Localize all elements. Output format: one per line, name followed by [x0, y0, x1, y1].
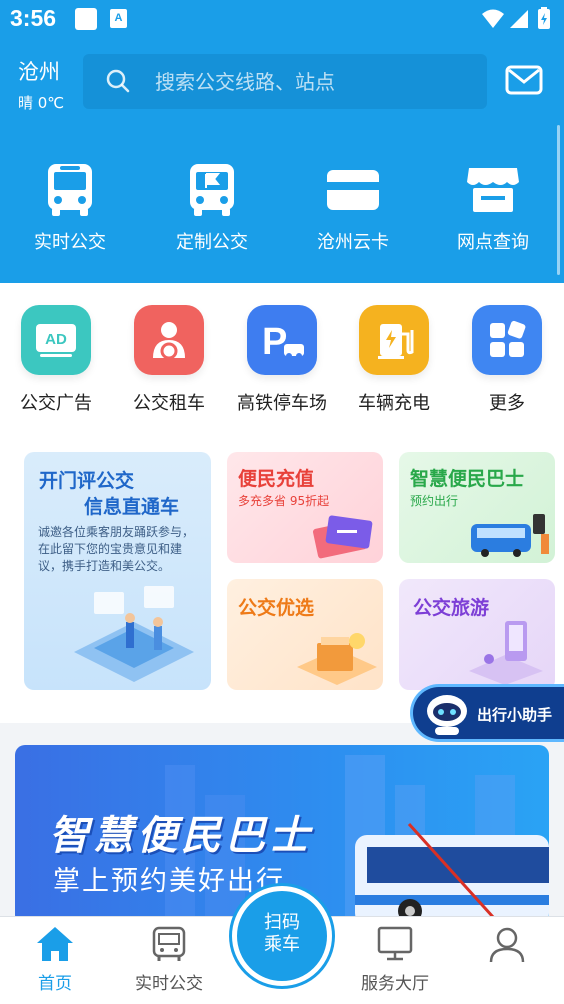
bus-outline-icon [152, 926, 186, 961]
city-selector[interactable]: 沧州 晴 0℃ [18, 56, 64, 113]
service-rail-parking[interactable]: P 高铁停车场 [227, 305, 337, 415]
scroll-indicator [557, 125, 560, 275]
bus-icon [48, 164, 92, 216]
top-service-label: 实时公交 [34, 232, 106, 253]
top-service-label: 网点查询 [457, 232, 529, 253]
service-more[interactable]: 更多 [452, 305, 562, 415]
more-icon [472, 305, 542, 375]
status-time: 3:56 [10, 5, 57, 31]
top-service-cloud-card[interactable]: 沧州云卡 [293, 160, 413, 254]
home-icon [37, 927, 73, 961]
parking-icon-text: P [262, 321, 287, 362]
scan-label-2: 乘车 [264, 934, 300, 955]
smart-bus-subtitle: 预约出行 [410, 494, 459, 508]
top-service-custom-bus[interactable]: 定制公交 [152, 160, 272, 254]
bus-select-title: 公交优选 [238, 597, 315, 619]
monitor-icon [377, 926, 413, 961]
driver-icon [134, 305, 204, 375]
promo-card-bus-travel[interactable]: 公交旅游 [399, 579, 555, 690]
signal-icon [510, 10, 528, 28]
service-label: 高铁停车场 [237, 393, 327, 414]
bus-select-illustration [297, 633, 377, 685]
ad-icon: AD [21, 305, 91, 375]
service-label: 更多 [489, 393, 525, 414]
search-input[interactable] [155, 54, 475, 109]
feedback-body: 诚邀各位乘客朋友踊跃参与，在此留下您的宝贵意见和建议，携手打造和美公交。 [38, 525, 195, 573]
top-services: 实时公交 定制公交 沧州云卡 网点查询 [0, 160, 564, 260]
top-service-realtime-bus[interactable]: 实时公交 [10, 160, 130, 254]
search-bar[interactable] [83, 54, 487, 109]
service-label: 公交租车 [133, 393, 205, 414]
card-icon [327, 170, 379, 210]
annotation-arrow [407, 822, 503, 925]
app-notification-icon: A [110, 9, 127, 28]
banner-title: 智慧便民巴士 [49, 813, 313, 859]
nav-service-hall[interactable]: 服务大厅 [340, 925, 450, 994]
charging-icon [359, 305, 429, 375]
robot-icon [427, 695, 467, 735]
travel-assistant-button[interactable]: 出行小助手 [410, 684, 564, 742]
service-ev-charging[interactable]: 车辆充电 [339, 305, 449, 415]
scan-label-1: 扫码 [264, 912, 300, 933]
promo-card-smart-bus[interactable]: 智慧便民巴士 预约出行 [399, 452, 555, 563]
wifi-icon [482, 9, 504, 28]
smart-bus-title: 智慧便民巴士 [410, 468, 525, 490]
service-bus-ads[interactable]: AD 公交广告 [1, 305, 111, 415]
notification-icon [75, 8, 97, 30]
smart-bus-illustration [471, 514, 549, 557]
promo-card-feedback[interactable]: 开门评公交 信息直通车 诚邀各位乘客朋友踊跃参与，在此留下您的宝贵意见和建议，携… [24, 452, 211, 690]
service-label: 公交广告 [20, 393, 92, 414]
header: 3:56 A 沧州 晴 0℃ 搜索公交线路、站点 实时公交 定制公交 沧州云卡 … [0, 0, 564, 283]
profile-icon [489, 927, 525, 963]
feedback-title-1: 开门评公交 [39, 470, 135, 492]
scan-to-ride-button[interactable]: 扫码 乘车 [232, 886, 332, 986]
nav-realtime-label: 实时公交 [135, 974, 203, 994]
assistant-label: 出行小助手 [477, 706, 553, 724]
weather-text: 晴 0℃ [18, 94, 65, 112]
top-service-store-lookup[interactable]: 网点查询 [433, 160, 553, 254]
city-name: 沧州 [18, 60, 60, 84]
parking-icon: P [247, 305, 317, 375]
service-label: 车辆充电 [358, 393, 430, 414]
feedback-title-2: 信息直通车 [84, 496, 180, 518]
bus-travel-illustration [469, 621, 543, 685]
custom-bus-icon [190, 164, 234, 216]
status-icons [480, 6, 554, 38]
top-service-label: 定制公交 [176, 232, 248, 253]
mail-icon[interactable] [505, 64, 543, 96]
store-icon [467, 168, 519, 212]
banner-subtitle: 掌上预约美好出行 [53, 866, 285, 897]
recharge-title: 便民充值 [238, 468, 315, 490]
battery-icon [538, 7, 550, 29]
nav-profile[interactable] [452, 925, 562, 963]
service-bus-rental[interactable]: 公交租车 [114, 305, 224, 415]
top-service-label: 沧州云卡 [317, 232, 389, 253]
feedback-illustration [74, 586, 194, 682]
ad-icon-text: AD [45, 331, 67, 348]
status-bar: 3:56 A [0, 0, 564, 40]
promo-card-bus-select[interactable]: 公交优选 [227, 579, 383, 690]
nav-home-label: 首页 [38, 974, 72, 994]
recharge-illustration [312, 515, 373, 559]
nav-home[interactable]: 首页 [0, 925, 110, 994]
search-icon [106, 69, 130, 93]
nav-realtime-bus[interactable]: 实时公交 [114, 925, 224, 994]
promo-card-recharge[interactable]: 便民充值 多充多省 95折起 [227, 452, 383, 563]
nav-service-label: 服务大厅 [361, 974, 429, 994]
